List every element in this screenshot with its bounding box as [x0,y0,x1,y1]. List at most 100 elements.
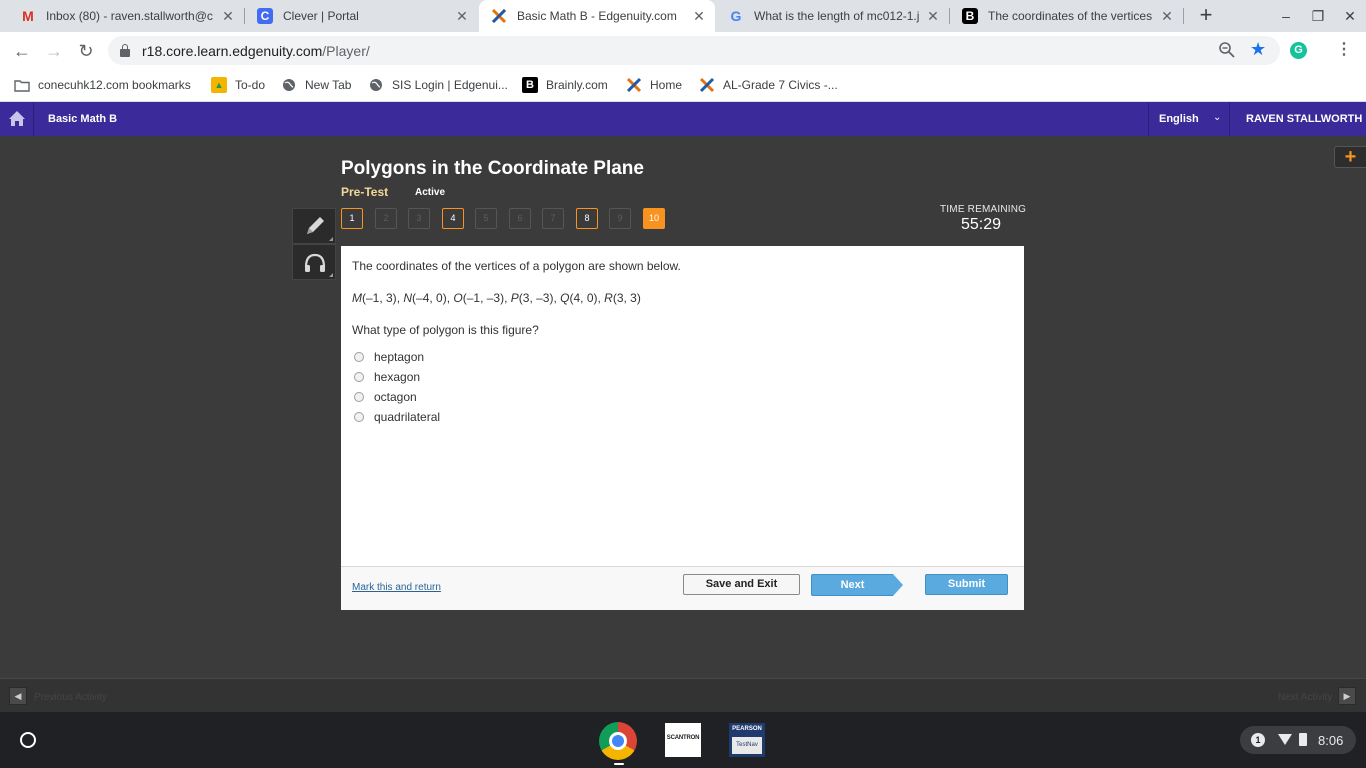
lesson-title: Polygons in the Coordinate Plane [341,158,644,179]
pencil-tool-button[interactable] [292,208,336,244]
bookmark-folder[interactable]: conecuhk12.com bookmarks [14,76,191,94]
activity-type: Pre-Test [341,185,389,199]
tab-google-search[interactable]: G What is the length of mc012-1.j ✕ [716,0,949,32]
grammarly-icon[interactable]: G [1290,42,1307,59]
close-icon[interactable]: ✕ [454,8,470,24]
question-nav-item[interactable]: 8 [576,208,598,229]
tool-panel [292,208,336,280]
save-and-exit-button[interactable]: Save and Exit [683,574,800,595]
wifi-icon [1278,734,1292,745]
close-icon[interactable]: ✕ [220,8,236,24]
mark-and-return-link[interactable]: Mark this and return [352,582,441,593]
reload-icon[interactable]: ↻ [74,39,98,63]
browser-toolbar: ← → ↻ r18.core.learn.edgenuity.com/Playe… [0,32,1366,69]
tab-edgenuity[interactable]: Basic Math B - Edgenuity.com ✕ [479,0,715,32]
question-nav-item[interactable]: 2 [375,208,397,229]
bookmark-todo[interactable]: ▲ To-do [211,76,265,94]
answer-choice[interactable]: octagon [354,389,417,405]
bookmark-sis-login[interactable]: SIS Login | Edgenui... [368,76,508,94]
vertex-name: N [403,291,413,305]
launcher-icon[interactable] [20,732,36,748]
radio-button[interactable] [354,412,364,422]
radio-button[interactable] [354,392,364,402]
address-bar[interactable]: r18.core.learn.edgenuity.com/Player/ ★ [108,36,1280,65]
question-stem: The coordinates of the vertices of a pol… [352,259,681,273]
question-nav-item[interactable]: 4 [442,208,464,229]
tab-title: Clever | Portal [283,9,359,23]
menu-icon[interactable]: ⋮ [1336,40,1352,60]
scantron-label: SCANTRON [666,735,700,741]
choice-label: heptagon [374,350,425,364]
next-activity-arrow-icon[interactable]: ▶ [1338,687,1356,705]
url-path: /Player/ [322,43,370,59]
answer-choice[interactable]: hexagon [354,369,420,385]
choice-label: octagon [374,390,417,404]
previous-activity-arrow-icon[interactable]: ◀ [9,687,27,705]
globe-icon [368,77,384,93]
previous-activity-label[interactable]: Previous Activity [34,692,107,703]
new-tab-button[interactable]: + [1195,4,1217,27]
user-name[interactable]: RAVEN STALLWORTH [1246,113,1362,125]
tab-brainly[interactable]: B The coordinates of the vertices c ✕ [950,0,1183,32]
tab-separator [1183,8,1184,24]
close-icon[interactable]: ✕ [691,8,707,24]
question-nav-item[interactable]: 7 [542,208,564,229]
question-nav-item[interactable]: 1 [341,208,363,229]
question-prompt: What type of polygon is this figure? [352,323,539,337]
bookmark-label: New Tab [305,78,352,92]
back-arrow-icon[interactable]: ← [10,39,34,63]
bookmark-label: To-do [235,78,266,92]
answer-choice[interactable]: quadrilateral [354,409,440,425]
timer: 55:29 [961,216,1002,233]
next-arrow-icon [893,574,903,596]
tab-clever[interactable]: C Clever | Portal ✕ [245,0,478,32]
player-area: + Polygons in the Coordinate Plane Pre-T… [0,136,1366,678]
question-nav-item[interactable]: 9 [609,208,631,229]
answer-choice[interactable]: heptagon [354,349,424,365]
bookmarks-bar: conecuhk12.com bookmarks ▲ To-do New Tab… [0,69,1366,102]
close-window-icon[interactable]: ✕ [1340,7,1360,25]
bookmark-star-icon[interactable]: ★ [1250,39,1266,59]
restore-icon[interactable]: ❐ [1308,7,1328,25]
question-nav-item[interactable]: 5 [475,208,497,229]
next-activity-label[interactable]: Next Activity [1278,692,1332,703]
plus-icon[interactable]: + [1334,146,1366,168]
notification-badge[interactable]: 1 [1251,733,1265,747]
question-footer: Mark this and return Save and Exit Next … [341,566,1024,610]
radio-button[interactable] [354,372,364,382]
home-button[interactable] [0,102,34,136]
vertex-name: M [352,291,362,305]
bookmark-brainly[interactable]: B Brainly.com [522,76,608,94]
bookmark-new-tab[interactable]: New Tab [281,76,351,94]
bookmark-home[interactable]: Home [626,76,682,94]
minimize-icon[interactable]: – [1276,7,1296,25]
url-text[interactable]: r18.core.learn.edgenuity.com/Player/ [142,43,370,59]
scantron-icon[interactable]: SCANTRON [665,723,701,757]
audio-tool-button[interactable] [292,244,336,280]
bookmark-civics[interactable]: AL-Grade 7 Civics -... [699,76,838,94]
zoom-icon[interactable] [1218,41,1236,59]
submit-button[interactable]: Submit [925,574,1008,595]
language-label: English [1159,113,1199,125]
question-nav-item[interactable]: 3 [408,208,430,229]
next-button[interactable]: Next [811,574,903,596]
choice-label: hexagon [374,370,421,384]
close-icon[interactable]: ✕ [1159,8,1175,24]
close-icon[interactable]: ✕ [925,8,941,24]
vertex-coords: (–1, 3) [362,291,397,305]
bookmark-label: Home [650,78,683,92]
question-nav-item[interactable]: 6 [509,208,531,229]
tab-title: Basic Math B - Edgenuity.com [517,9,677,23]
next-button-label: Next [811,574,893,596]
edgenuity-icon [626,77,642,93]
status-tray[interactable]: 1 8:06 [1240,726,1356,754]
chrome-icon[interactable] [598,721,637,760]
chevron-down-icon: ⌄ [1213,112,1222,123]
forward-arrow-icon[interactable]: → [42,39,66,63]
tab-title: What is the length of mc012-1.j [754,9,919,23]
question-nav-item[interactable]: 10 [643,208,665,229]
language-select[interactable]: English ⌄ [1148,102,1230,136]
radio-button[interactable] [354,352,364,362]
testnav-icon[interactable]: PEARSON TestNav [729,723,765,757]
tab-gmail[interactable]: M Inbox (80) - raven.stallworth@c ✕ [8,0,244,32]
